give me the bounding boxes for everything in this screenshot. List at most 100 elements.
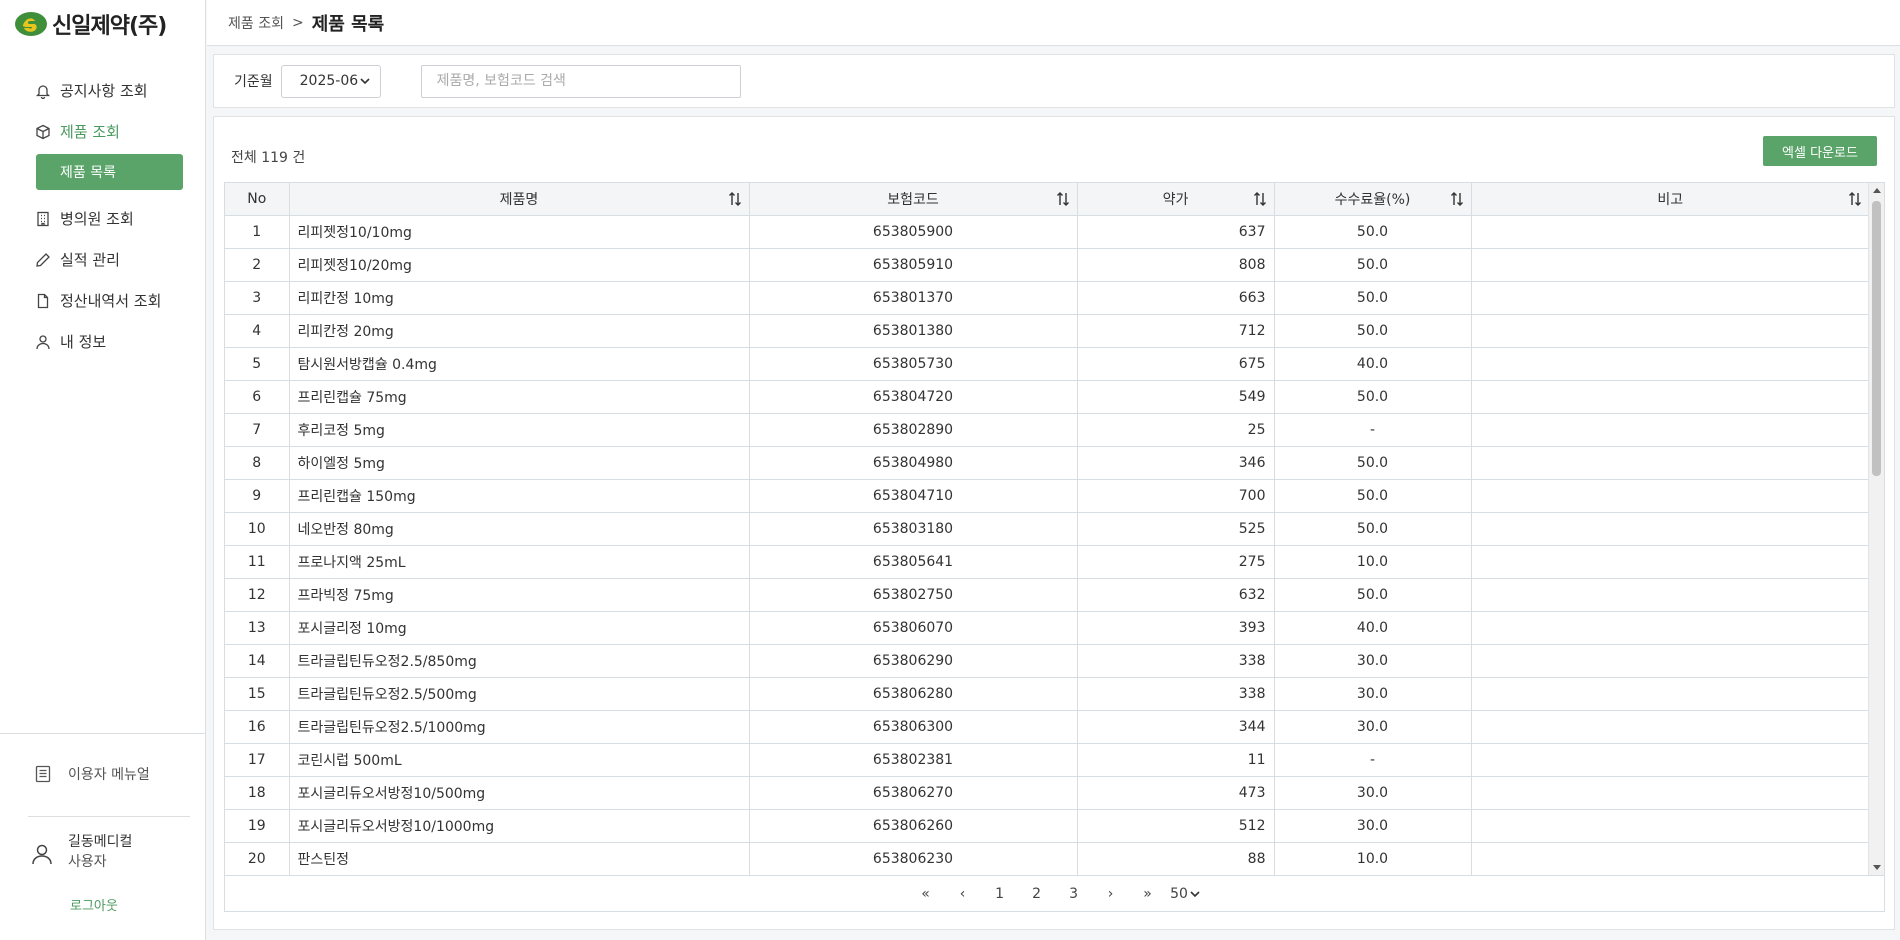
cell-note [1471, 611, 1869, 645]
cell-product-name: 프로나지액 25mL [289, 545, 750, 579]
table-row[interactable]: 10 네오반정 80mg 653803180 525 50.0 [225, 512, 1869, 546]
sidebar-divider [0, 733, 206, 734]
column-header-rate[interactable]: 수수료율(%) [1274, 183, 1472, 216]
page-2-button[interactable]: 2 [1018, 879, 1055, 909]
table-row[interactable]: 1 리피젯정10/10mg 653805900 637 50.0 [225, 215, 1869, 249]
page-header: 제품 조회 > 제품 목록 [207, 0, 1900, 46]
user-manual-label: 이용자 메뉴얼 [68, 767, 150, 783]
cell-insurance-code: 653806280 [749, 677, 1078, 711]
cell-commission-rate: - [1274, 743, 1472, 777]
sort-icon[interactable] [1252, 191, 1268, 207]
sidebar-item-performance[interactable]: 실적 관리 [0, 239, 206, 280]
sort-icon[interactable] [1449, 191, 1465, 207]
product-list-panel: 전체 119 건 엑셀 다운로드 No 제품명 보험코드 약가 수수료율(%) [213, 116, 1895, 930]
prev-page-button[interactable]: ‹ [944, 879, 981, 909]
cell-insurance-code: 653802750 [749, 578, 1078, 612]
product-table-container[interactable]: No 제품명 보험코드 약가 수수료율(%) 비고 1 리피젯정10/10mg 65… [224, 182, 1885, 876]
cell-product-name: 리피젯정10/10mg [289, 215, 750, 249]
table-row[interactable]: 4 리피칸정 20mg 653801380 712 50.0 [225, 314, 1869, 348]
sidebar-item-settlement[interactable]: 정산내역서 조회 [0, 280, 206, 321]
cell-price: 338 [1077, 644, 1275, 678]
breadcrumb[interactable]: 제품 조회 [228, 13, 284, 33]
sort-icon[interactable] [1055, 191, 1071, 207]
table-row[interactable]: 5 탐시원서방캡슐 0.4mg 653805730 675 40.0 [225, 347, 1869, 381]
cell-no: 13 [225, 611, 290, 645]
logout-link[interactable]: 로그아웃 [70, 895, 118, 914]
page-3-button[interactable]: 3 [1055, 879, 1092, 909]
cell-note [1471, 248, 1869, 282]
sort-icon[interactable] [727, 191, 743, 207]
sidebar-item-my-info[interactable]: 내 정보 [0, 321, 206, 362]
scroll-down-icon[interactable] [1872, 864, 1882, 872]
table-row[interactable]: 7 후리코정 5mg 653802890 25- [225, 413, 1869, 447]
excel-download-button[interactable]: 엑셀 다운로드 [1763, 136, 1877, 166]
cell-price: 549 [1077, 380, 1275, 414]
table-row[interactable]: 9 프리린캡슐 150mg 653804710 700 50.0 [225, 479, 1869, 513]
next-page-button[interactable]: › [1092, 879, 1129, 909]
sidebar-item-hospitals[interactable]: 병의원 조회 [0, 198, 206, 239]
sidebar-nav: 공지사항 조회 제품 조회 제품 목록 병의원 조회 실적 관리 정산내역서 조 [0, 70, 206, 362]
page-size-select[interactable]: 50 [1170, 886, 1202, 902]
cell-no: 18 [225, 776, 290, 810]
table-row[interactable]: 11 프로나지액 25mL 653805641 275 10.0 [225, 545, 1869, 579]
table-row[interactable]: 20 판스틴정 653806230 88 10.0 [225, 842, 1869, 875]
vertical-scrollbar[interactable] [1868, 183, 1884, 875]
cell-commission-rate: 50.0 [1274, 512, 1472, 546]
search-input[interactable] [420, 64, 741, 98]
cell-price: 393 [1077, 611, 1275, 645]
cell-insurance-code: 653806260 [749, 809, 1078, 843]
table-row[interactable]: 3 리피칸정 10mg 653801370 663 50.0 [225, 281, 1869, 315]
cell-no: 3 [225, 281, 290, 315]
cell-note [1471, 281, 1869, 315]
table-row[interactable]: 16 트라글립틴듀오정2.5/1000mg 653806300 344 30.0 [225, 710, 1869, 744]
page-1-button[interactable]: 1 [981, 879, 1018, 909]
month-select[interactable]: 2025-06 [280, 64, 381, 98]
column-header-name[interactable]: 제품명 [289, 183, 750, 216]
last-page-button[interactable]: » [1129, 879, 1166, 909]
cell-insurance-code: 653805641 [749, 545, 1078, 579]
column-header-price[interactable]: 약가 [1077, 183, 1275, 216]
table-row[interactable]: 12 프라빅정 75mg 653802750 632 50.0 [225, 578, 1869, 612]
user-icon [34, 333, 52, 351]
table-row[interactable]: 14 트라글립틴듀오정2.5/850mg 653806290 338 30.0 [225, 644, 1869, 678]
first-page-button[interactable]: « [907, 879, 944, 909]
table-row[interactable]: 2 리피젯정10/20mg 653805910 808 50.0 [225, 248, 1869, 282]
table-row[interactable]: 8 하이엘정 5mg 653804980 346 50.0 [225, 446, 1869, 480]
table-row[interactable]: 13 포시글리정 10mg 653806070 393 40.0 [225, 611, 1869, 645]
cell-product-name: 트라글립틴듀오정2.5/500mg [289, 677, 750, 711]
column-header-note[interactable]: 비고 [1471, 183, 1869, 216]
cell-commission-rate: 50.0 [1274, 479, 1472, 513]
scroll-up-icon[interactable] [1872, 186, 1882, 194]
cell-insurance-code: 653805910 [749, 248, 1078, 282]
table-row[interactable]: 18 포시글리듀오서방정10/500mg 653806270 473 30.0 [225, 776, 1869, 810]
cell-commission-rate: 50.0 [1274, 215, 1472, 249]
total-count: 전체 119 건 [231, 150, 306, 166]
sort-icon[interactable] [1847, 191, 1863, 207]
column-header-code[interactable]: 보험코드 [749, 183, 1078, 216]
cell-product-name: 코린시럽 500mL [289, 743, 750, 777]
sidebar-subitem-product-list[interactable]: 제품 목록 [36, 154, 183, 190]
cell-insurance-code: 653805900 [749, 215, 1078, 249]
sidebar-item-notices[interactable]: 공지사항 조회 [0, 70, 206, 111]
column-label: No [247, 190, 267, 207]
sidebar-item-products[interactable]: 제품 조회 [0, 111, 206, 152]
cell-price: 25 [1077, 413, 1275, 447]
cell-insurance-code: 653803180 [749, 512, 1078, 546]
brand-logo[interactable]: 신일제약(주) [14, 9, 167, 39]
table-row[interactable]: 19 포시글리듀오서방정10/1000mg 653806260 512 30.0 [225, 809, 1869, 843]
table-row[interactable]: 15 트라글립틴듀오정2.5/500mg 653806280 338 30.0 [225, 677, 1869, 711]
scrollbar-thumb[interactable] [1872, 201, 1881, 476]
table-row[interactable]: 6 프리린캡슐 75mg 653804720 549 50.0 [225, 380, 1869, 414]
sidebar-item-label: 병의원 조회 [60, 210, 134, 228]
cell-commission-rate: 30.0 [1274, 677, 1472, 711]
user-manual-link[interactable]: 이용자 메뉴얼 [34, 764, 150, 784]
pencil-icon [34, 251, 52, 269]
cell-commission-rate: 30.0 [1274, 644, 1472, 678]
sidebar-item-label: 공지사항 조회 [60, 82, 148, 100]
cell-commission-rate: 50.0 [1274, 248, 1472, 282]
table-row[interactable]: 17 코린시럽 500mL 653802381 11- [225, 743, 1869, 777]
cell-product-name: 리피젯정10/20mg [289, 248, 750, 282]
cell-price: 712 [1077, 314, 1275, 348]
cell-note [1471, 314, 1869, 348]
column-label: 제품명 [499, 191, 539, 208]
